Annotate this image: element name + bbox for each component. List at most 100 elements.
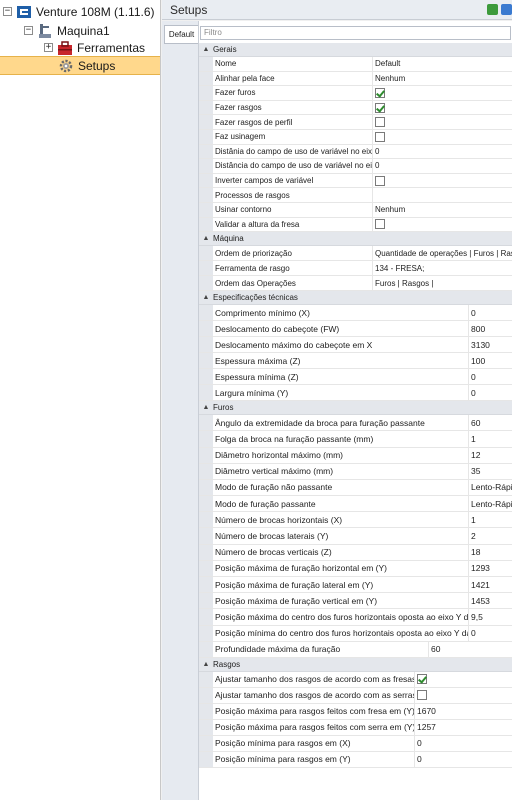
expand-icon[interactable]: + (44, 43, 53, 52)
tab-default[interactable]: Default (164, 25, 198, 44)
property-row[interactable]: Deslocamento do cabeçote (FW) 800 (199, 321, 512, 338)
checkbox[interactable] (375, 175, 385, 186)
property-row[interactable]: Posição máxima para rasgos feitos com fr… (199, 703, 512, 720)
property-row[interactable]: Número de brocas laterais (Y) 2 (199, 528, 512, 545)
property-row[interactable]: Largura mínima (Y) 0 (199, 385, 512, 402)
property-row[interactable]: Espessura máxima (Z) 100 (199, 353, 512, 370)
property-row[interactable]: Ordem das Operações Furos | Rasgos | (199, 276, 512, 292)
property-row[interactable]: Fazer furos (199, 86, 512, 101)
property-value[interactable]: 0 (373, 145, 512, 159)
category-header[interactable]: ▲ Furos (199, 401, 512, 416)
property-row[interactable]: Diâmetro vertical máximo (mm) 35 (199, 463, 512, 480)
property-row[interactable]: Posição mínima para rasgos em (X) 0 (199, 735, 512, 752)
chevron-up-icon[interactable]: ▲ (199, 294, 213, 301)
category-header[interactable]: ▲ Gerais (199, 43, 512, 57)
tree-node-root[interactable]: − Venture 108M (1.11.6) (3, 2, 155, 21)
property-value[interactable]: 35 (469, 464, 512, 479)
filter-input[interactable]: Filtro (200, 26, 511, 40)
property-row[interactable]: Profundidade máxima da furação 60 (199, 641, 512, 658)
property-row[interactable]: Ângulo da extremidade da broca para fura… (199, 415, 512, 432)
property-row[interactable]: Posição máxima de furação vertical em (Y… (199, 593, 512, 610)
chevron-up-icon[interactable]: ▲ (199, 46, 213, 53)
info-icon[interactable] (487, 4, 498, 15)
property-row[interactable]: Número de brocas horizontais (X) 1 (199, 512, 512, 529)
checkbox[interactable] (375, 131, 385, 142)
tree-node-ferramentas[interactable]: + Ferramentas (44, 38, 145, 57)
property-value[interactable]: 1 (469, 431, 512, 446)
property-value[interactable]: 1453 (469, 593, 512, 608)
property-row[interactable]: Posição máxima de furação lateral em (Y)… (199, 577, 512, 594)
property-row[interactable]: Inverter campos de variável (199, 173, 512, 189)
property-value[interactable]: Furos | Rasgos | (373, 276, 512, 290)
property-value[interactable]: 134 - FRESA; (373, 261, 512, 275)
property-value[interactable]: 100 (469, 353, 512, 368)
window-icon[interactable] (501, 4, 512, 15)
property-value[interactable]: 0 (415, 736, 512, 751)
property-row[interactable]: Modo de furação não passanteLento-Rápido (199, 479, 512, 497)
property-value[interactable]: 0 (469, 385, 512, 400)
property-value[interactable] (373, 188, 512, 202)
property-row[interactable]: Diâmetro horizontal máximo (mm) 12 (199, 447, 512, 464)
property-row[interactable]: Alinhar pela face Nenhum (199, 71, 512, 87)
checkbox[interactable] (417, 690, 427, 701)
property-row[interactable]: Usinar contorno Nenhum (199, 202, 512, 218)
collapse-icon[interactable]: − (24, 26, 33, 35)
collapse-icon[interactable]: − (3, 7, 12, 16)
property-row[interactable]: Posição máxima de furação horizontal em … (199, 560, 512, 577)
property-row[interactable]: Fazer rasgos de perfil (199, 115, 512, 130)
property-value[interactable]: 1421 (469, 577, 512, 592)
chevron-up-icon[interactable]: ▲ (199, 404, 213, 411)
property-value[interactable]: 0 (469, 626, 512, 641)
property-value[interactable]: 1257 (415, 720, 512, 735)
property-value[interactable]: Nenhum (373, 72, 512, 86)
property-row[interactable]: Posição mínima para rasgos em (Y) 0 (199, 751, 512, 768)
property-row[interactable]: Processos de rasgos (199, 188, 512, 203)
property-value[interactable]: 1293 (469, 561, 512, 576)
property-value[interactable]: 0 (373, 159, 512, 173)
property-row[interactable]: Ajustar tamanho dos rasgos de acordo com… (199, 687, 512, 704)
property-value[interactable]: 9,5 (469, 609, 512, 624)
property-value[interactable]: 0 (415, 752, 512, 767)
property-row[interactable]: Validar a altura da fresa (199, 217, 512, 233)
chevron-up-icon[interactable]: ▲ (199, 235, 213, 242)
property-value[interactable]: Lento-Rápido (469, 480, 512, 495)
property-row[interactable]: Espessura mínima (Z) 0 (199, 369, 512, 386)
property-row[interactable]: Distânia do campo de uso de variável no … (199, 144, 512, 160)
tree-node-setups[interactable]: Setups (0, 56, 160, 75)
category-header[interactable]: ▲ Especificações técnicas (199, 291, 512, 306)
property-row[interactable]: Folga da broca na furação passante (mm) 1 (199, 431, 512, 448)
property-value[interactable]: 3130 (469, 337, 512, 352)
property-row[interactable]: Faz usinagem (199, 129, 512, 145)
property-row[interactable]: Deslocamento máximo do cabeçote em X 3130 (199, 337, 512, 354)
checkbox[interactable] (375, 102, 385, 113)
property-value[interactable]: Lento-Rápido (469, 496, 512, 511)
property-value[interactable]: 0 (469, 369, 512, 384)
category-header[interactable]: ▲ Máquina (199, 232, 512, 247)
property-row[interactable]: Distância do campo de uso de variável no… (199, 159, 512, 174)
property-value[interactable]: 60 (429, 642, 512, 657)
property-row[interactable]: Ferramenta de rasgo 134 - FRESA; (199, 261, 512, 277)
category-header[interactable]: ▲ Rasgos (199, 657, 512, 672)
property-row[interactable]: Posição mínima do centro dos furos horiz… (199, 625, 512, 642)
checkbox[interactable] (417, 674, 427, 685)
property-value[interactable]: 18 (469, 545, 512, 560)
property-row[interactable]: Nome Default (199, 57, 512, 72)
property-value[interactable]: 60 (469, 415, 512, 430)
checkbox[interactable] (375, 87, 385, 98)
property-row[interactable]: Ordem de priorização Quantidade de operaç… (199, 246, 512, 262)
property-value[interactable]: 1670 (415, 704, 512, 719)
checkbox[interactable] (375, 219, 385, 230)
property-value[interactable]: 12 (469, 448, 512, 463)
property-row[interactable]: Número de brocas verticais (Z) 18 (199, 544, 512, 561)
checkbox[interactable] (375, 117, 385, 128)
property-value[interactable]: 800 (469, 321, 512, 336)
property-value[interactable]: Nenhum (373, 203, 512, 217)
property-value[interactable]: 2 (469, 528, 512, 543)
property-row[interactable]: Posição máxima para rasgos feitos com se… (199, 719, 512, 736)
property-value[interactable]: Default (373, 57, 512, 71)
property-row[interactable]: Modo de furação passanteLento-Rápido (199, 496, 512, 513)
property-row[interactable]: Posição máxima do centro dos furos horiz… (199, 609, 512, 626)
property-value[interactable]: 1 (469, 512, 512, 527)
property-value[interactable]: 0 (469, 305, 512, 320)
chevron-up-icon[interactable]: ▲ (199, 661, 213, 668)
